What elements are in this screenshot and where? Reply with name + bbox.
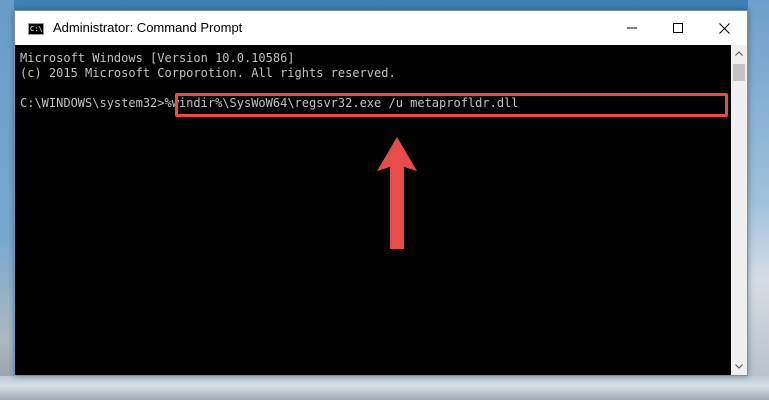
minimize-button[interactable] xyxy=(609,11,655,45)
command-highlight-box xyxy=(175,93,728,117)
console-line-version: Microsoft Windows [Version 10.0.10586] xyxy=(20,51,295,65)
command-prompt-window: C:\ Administrator: Command Prompt Micros… xyxy=(14,10,748,376)
desktop-background-left xyxy=(0,0,14,400)
chevron-down-icon xyxy=(735,364,743,369)
title-bar[interactable]: C:\ Administrator: Command Prompt xyxy=(15,11,747,45)
chevron-up-icon xyxy=(735,51,743,56)
vertical-scrollbar[interactable] xyxy=(731,45,747,375)
maximize-button[interactable] xyxy=(655,11,701,45)
scroll-down-button[interactable] xyxy=(731,358,747,375)
console-line-copyright: (c) 2015 Microsoft Corporotion. All righ… xyxy=(20,66,396,80)
desktop-background-bottom xyxy=(0,376,769,400)
cmd-icon[interactable]: C:\ xyxy=(28,23,44,35)
prompt-text: C:\WINDOWS\system32> xyxy=(20,96,165,110)
maximize-icon xyxy=(673,23,683,33)
scrollbar-thumb[interactable] xyxy=(733,64,745,81)
scroll-up-button[interactable] xyxy=(731,45,747,62)
minimize-icon xyxy=(627,27,637,29)
console-output[interactable]: Microsoft Windows [Version 10.0.10586] (… xyxy=(15,45,731,375)
window-title: Administrator: Command Prompt xyxy=(53,20,243,35)
close-button[interactable] xyxy=(701,11,747,45)
up-arrow-icon xyxy=(377,137,417,249)
close-icon xyxy=(718,22,730,34)
desktop-background-right xyxy=(748,0,769,400)
